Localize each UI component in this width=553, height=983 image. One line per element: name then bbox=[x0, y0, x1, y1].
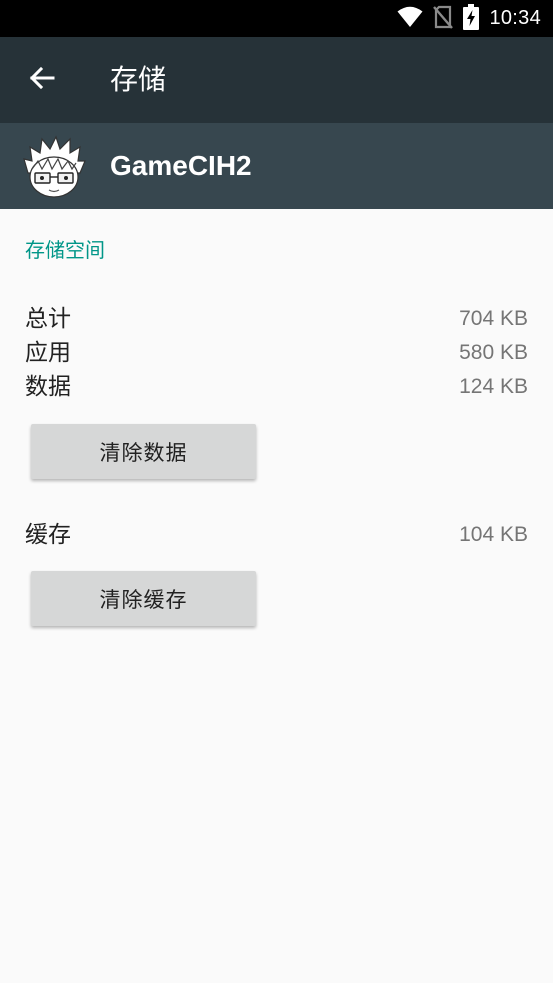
page-title: 存储 bbox=[110, 63, 167, 96]
storage-row-data: 数据 124 KB bbox=[25, 370, 528, 404]
anime-character-avatar-icon bbox=[22, 135, 86, 199]
data-label: 数据 bbox=[25, 374, 71, 400]
back-button[interactable] bbox=[24, 62, 60, 98]
cache-label: 缓存 bbox=[25, 522, 71, 548]
app-header: GameCIH2 bbox=[0, 123, 553, 209]
arrow-back-icon bbox=[29, 66, 55, 94]
data-value: 124 KB bbox=[459, 375, 528, 398]
total-value: 704 KB bbox=[459, 307, 528, 330]
total-label: 总计 bbox=[25, 306, 71, 332]
app-value: 580 KB bbox=[459, 341, 528, 364]
wifi-icon bbox=[397, 6, 423, 32]
clear-cache-button[interactable]: 清除缓存 bbox=[31, 571, 256, 626]
storage-section-title: 存储空间 bbox=[25, 238, 105, 262]
storage-row-total: 总计 704 KB bbox=[25, 302, 528, 336]
status-time: 10:34 bbox=[489, 7, 541, 29]
status-bar: 10:34 bbox=[0, 0, 553, 37]
storage-row-cache: 缓存 104 KB bbox=[25, 518, 528, 552]
app-toolbar: 存储 bbox=[0, 37, 553, 123]
app-name: GameCIH2 bbox=[110, 150, 252, 181]
app-label: 应用 bbox=[25, 340, 71, 366]
no-sim-icon bbox=[433, 5, 454, 33]
cache-value: 104 KB bbox=[459, 523, 528, 546]
storage-row-app: 应用 580 KB bbox=[25, 336, 528, 370]
battery-charging-icon bbox=[463, 3, 480, 34]
clear-data-button[interactable]: 清除数据 bbox=[31, 424, 256, 479]
status-icons: 10:34 bbox=[397, 0, 541, 37]
